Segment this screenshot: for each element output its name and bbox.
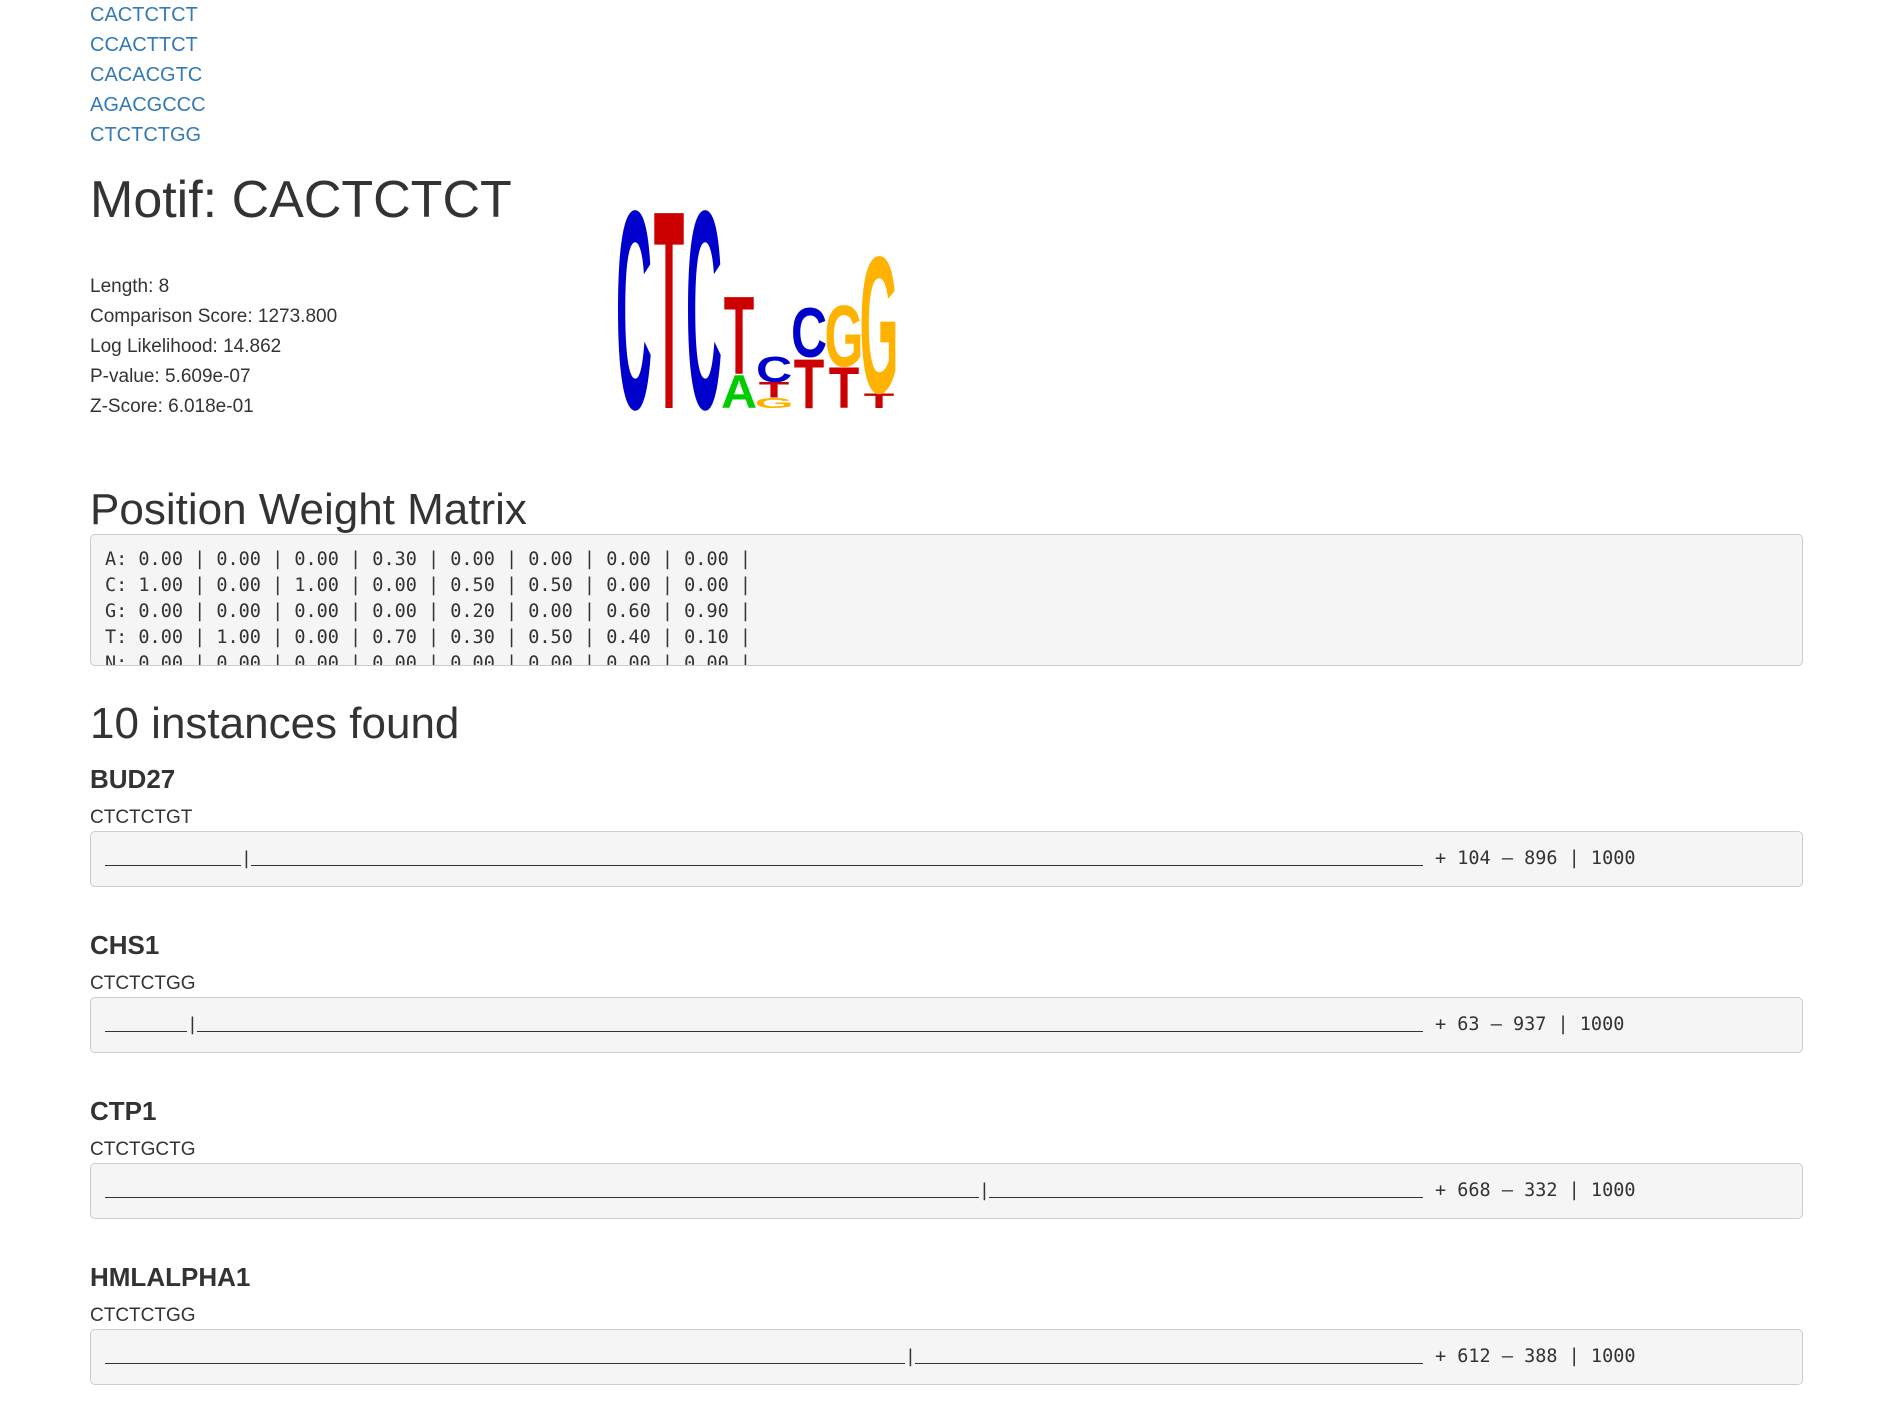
match-position-marker: | xyxy=(187,1013,198,1035)
main-container: CACTCTCT CCACTTCT CACACGTC AGACGCCC CTCT… xyxy=(90,0,1803,1385)
motif-stats: Length: 8 Comparison Score: 1273.800 Log… xyxy=(90,272,337,422)
instances-title: 10 instances found xyxy=(90,699,460,749)
pwm-row-a: A: 0.00 | 0.00 | 0.00 | 0.30 | 0.00 | 0.… xyxy=(105,549,752,571)
pwm-row-c: C: 1.00 | 0.00 | 1.00 | 0.00 | 0.50 | 0.… xyxy=(105,575,752,597)
motif-link-item: CCACTTCT xyxy=(90,30,1803,60)
motif-link[interactable]: CTCTCTGG xyxy=(90,124,201,146)
track-line-after xyxy=(251,852,1423,866)
gene-name: BUD27 xyxy=(90,763,176,794)
match-position-marker: | xyxy=(979,1179,990,1201)
gene-name: CHS1 xyxy=(90,929,160,960)
instance-item: CTP1 CTCTGCTG | + 668 – 332 | 1000 xyxy=(90,1095,1803,1219)
pwm-table: A: 0.00 | 0.00 | 0.00 | 0.30 | 0.00 | 0.… xyxy=(90,534,1803,667)
track-line-before xyxy=(105,1184,979,1198)
motif-link-item: AGACGCCC xyxy=(90,90,1803,120)
track-line-before xyxy=(105,1018,187,1032)
instance-item: BUD27 CTCTCTGT | + 104 – 896 | 1000 xyxy=(90,763,1803,887)
p-value: P-value: 5.609e-07 xyxy=(90,366,251,387)
position-info: + 104 – 896 | 1000 xyxy=(1435,847,1636,869)
logo-letter-c: C xyxy=(756,349,792,390)
logo-letter-g: G xyxy=(860,217,899,435)
gene-name: HMLALPHA1 xyxy=(90,1261,251,1292)
track-line-before xyxy=(105,1350,905,1364)
logo-letter-g: G xyxy=(825,289,864,386)
track-line-after xyxy=(915,1350,1423,1364)
pwm-row-g: G: 0.00 | 0.00 | 0.00 | 0.00 | 0.20 | 0.… xyxy=(105,601,752,623)
instance-item: HMLALPHA1 CTCTCTGG | + 612 – 388 | 1000 xyxy=(90,1261,1803,1385)
matched-sequence: CTCTGCTG xyxy=(90,1138,196,1160)
match-position-marker: | xyxy=(905,1345,916,1367)
position-track: | + 668 – 332 | 1000 xyxy=(90,1162,1803,1219)
pwm-row-t: T: 0.00 | 1.00 | 0.00 | 0.70 | 0.30 | 0.… xyxy=(105,627,752,649)
position-info: + 668 – 332 | 1000 xyxy=(1435,1179,1636,1201)
matched-sequence: CTCTCTGT xyxy=(90,806,193,828)
z-score: Z-Score: 6.018e-01 xyxy=(90,396,254,417)
pwm-row-n: N: 0.00 | 0.00 | 0.00 | 0.00 | 0.00 | 0.… xyxy=(105,653,752,667)
logo-letter-c: C xyxy=(617,168,652,469)
position-track: | + 612 – 388 | 1000 xyxy=(90,1328,1803,1385)
sequence-logo: C T CATGTC TCTGTG xyxy=(617,168,899,469)
matched-sequence: CTCTCTGG xyxy=(90,972,196,994)
motif-link[interactable]: CCACTTCT xyxy=(90,34,198,56)
matched-sequence: CTCTCTGG xyxy=(90,1304,196,1326)
pwm-title: Position Weight Matrix xyxy=(90,485,527,534)
motif-header: Motif: CACTCTCT Length: 8 Comparison Sco… xyxy=(90,168,1803,480)
track-line-after xyxy=(989,1184,1423,1198)
comparison-score: Comparison Score: 1273.800 xyxy=(90,306,338,327)
instance-list: BUD27 CTCTCTGT | + 104 – 896 | 1000 CHS1 … xyxy=(90,763,1803,1385)
position-info: + 63 – 937 | 1000 xyxy=(1435,1013,1625,1035)
track-bar: | xyxy=(105,1178,1423,1204)
logo-letter-t: T xyxy=(724,274,755,398)
motif-link-item: CACACGTC xyxy=(90,60,1803,90)
position-info: + 612 – 388 | 1000 xyxy=(1435,1345,1636,1367)
track-line-before xyxy=(105,852,241,866)
gene-name: CTP1 xyxy=(90,1095,157,1126)
motif-link-item: CACTCTCT xyxy=(90,0,1803,30)
track-bar: | xyxy=(105,1344,1423,1370)
motif-link[interactable]: CACTCTCT xyxy=(90,4,198,26)
logo-letter-c: C xyxy=(791,293,827,372)
motif-title: Motif: CACTCTCT xyxy=(90,171,512,229)
motif-length: Length: 8 xyxy=(90,276,170,297)
logo-letter-c: C xyxy=(686,168,722,469)
motif-link-list: CACTCTCT CCACTTCT CACACGTC AGACGCCC CTCT… xyxy=(90,0,1803,150)
track-line-after xyxy=(197,1018,1423,1032)
track-bar: | xyxy=(105,846,1423,872)
log-likelihood: Log Likelihood: 14.862 xyxy=(90,336,282,357)
motif-link[interactable]: CACACGTC xyxy=(90,64,202,86)
motif-link-item: CTCTCTGG xyxy=(90,120,1803,150)
match-position-marker: | xyxy=(241,847,252,869)
instance-item: CHS1 CTCTCTGG | + 63 – 937 | 1000 xyxy=(90,929,1803,1053)
position-track: | + 104 – 896 | 1000 xyxy=(90,830,1803,887)
track-bar: | xyxy=(105,1012,1423,1038)
logo-letter-t: T xyxy=(654,168,685,469)
motif-link[interactable]: AGACGCCC xyxy=(90,94,206,116)
position-track: | + 63 – 937 | 1000 xyxy=(90,996,1803,1053)
